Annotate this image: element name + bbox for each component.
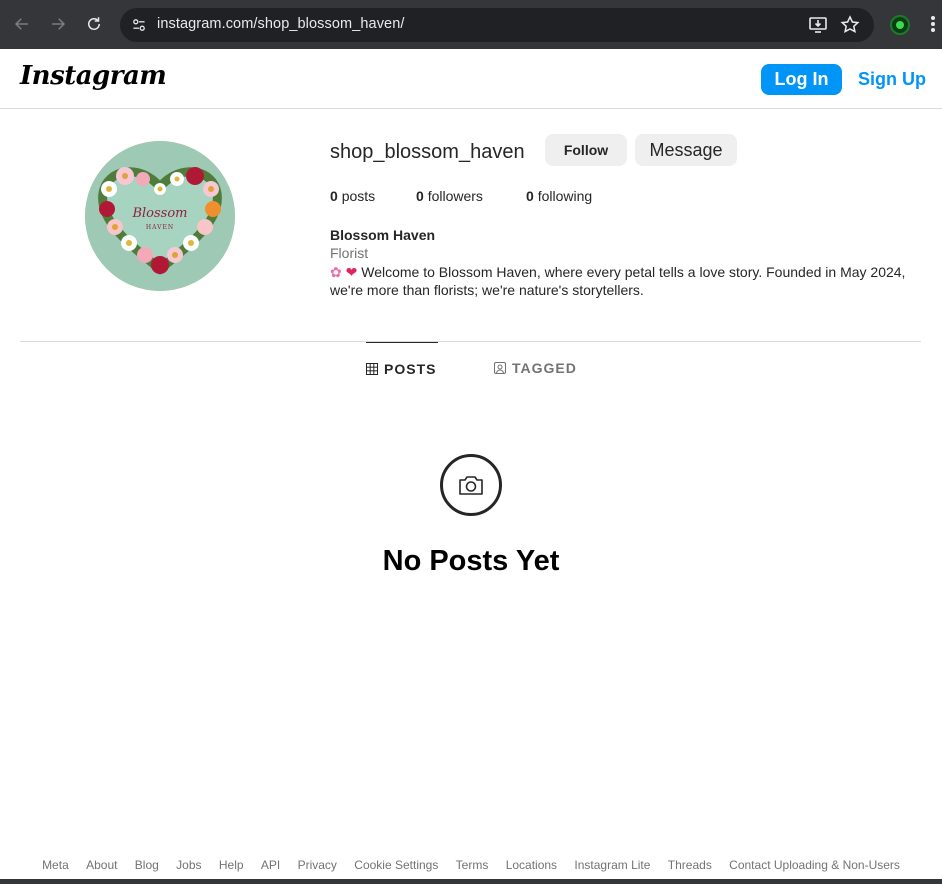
footer-link-blog[interactable]: Blog (135, 858, 159, 872)
followers-stat[interactable]: 0 followers (416, 188, 483, 204)
followers-count: 0 (416, 188, 424, 204)
posts-stat: 0 posts (330, 188, 375, 204)
back-icon[interactable] (10, 12, 34, 36)
profile-bio: ✿ ❤ Welcome to Blossom Haven, where ever… (330, 263, 920, 299)
forward-icon[interactable] (46, 12, 70, 36)
tab-tagged[interactable]: TAGGED (494, 342, 577, 394)
footer-link-jobs[interactable]: Jobs (176, 858, 201, 872)
footer-link-terms[interactable]: Terms (456, 858, 489, 872)
reload-icon[interactable] (82, 12, 106, 36)
following-count: 0 (526, 188, 534, 204)
footer-link-instagram-lite[interactable]: Instagram Lite (574, 858, 650, 872)
footer-link-locations[interactable]: Locations (506, 858, 557, 872)
following-stat[interactable]: 0 following (526, 188, 592, 204)
install-app-icon[interactable] (808, 15, 828, 35)
profile-category: Florist (330, 245, 369, 261)
posts-label: posts (341, 188, 376, 204)
flower-heart-logo: Blossom HAVEN (85, 141, 235, 291)
no-posts-title: No Posts Yet (382, 545, 560, 577)
following-label: following (537, 188, 593, 204)
flower-emoji-icon: ✿ (330, 264, 342, 280)
grid-icon (366, 362, 378, 375)
message-button[interactable]: Message (635, 134, 737, 166)
tagged-user-icon (494, 362, 506, 374)
footer-link-help[interactable]: Help (219, 858, 244, 872)
tab-tagged-label: TAGGED (512, 360, 577, 376)
browser-menu-icon[interactable] (930, 15, 936, 35)
footer-link-api[interactable]: API (261, 858, 280, 872)
instagram-logo[interactable]: Instagram (20, 61, 167, 91)
url-text[interactable]: instagram.com/shop_blossom_haven/ (157, 16, 405, 32)
avatar-text-haven: HAVEN (146, 224, 174, 231)
login-button[interactable]: Log In (761, 64, 842, 95)
tab-posts-label: POSTS (384, 360, 437, 377)
avatar-text-blossom: Blossom (131, 206, 187, 221)
camera-icon (440, 454, 502, 516)
heart-emoji-icon: ❤ (345, 264, 358, 280)
footer-link-privacy[interactable]: Privacy (298, 858, 337, 872)
window-bottom-edge (0, 879, 942, 884)
footer-link-contact-uploading[interactable]: Contact Uploading & Non-Users (729, 858, 900, 872)
footer-link-threads[interactable]: Threads (668, 858, 712, 872)
footer-link-meta[interactable]: Meta (42, 858, 69, 872)
site-settings-icon[interactable] (128, 14, 150, 36)
follow-button[interactable]: Follow (545, 134, 627, 166)
tab-divider (20, 341, 921, 342)
followers-label: followers (427, 188, 483, 204)
avatar[interactable]: Blossom HAVEN (85, 141, 235, 291)
footer-link-about[interactable]: About (86, 858, 117, 872)
ig-top-bar: Instagram Log In Sign Up (0, 49, 942, 109)
profile-username: shop_blossom_haven (330, 141, 525, 163)
tab-posts[interactable]: POSTS (366, 342, 439, 394)
bio-text: Welcome to Blossom Haven, where every pe… (330, 264, 906, 298)
footer-link-cookie-settings[interactable]: Cookie Settings (354, 858, 438, 872)
address-bar[interactable]: instagram.com/shop_blossom_haven/ (120, 8, 874, 42)
profile-full-name: Blossom Haven (330, 227, 436, 243)
extension-icon[interactable] (890, 15, 910, 35)
footer-links: Meta About Blog Jobs Help API Privacy Co… (0, 858, 942, 872)
posts-count: 0 (330, 188, 338, 204)
browser-toolbar: instagram.com/shop_blossom_haven/ (0, 0, 942, 49)
bookmark-star-icon[interactable] (840, 15, 860, 35)
signup-link[interactable]: Sign Up (858, 69, 926, 90)
